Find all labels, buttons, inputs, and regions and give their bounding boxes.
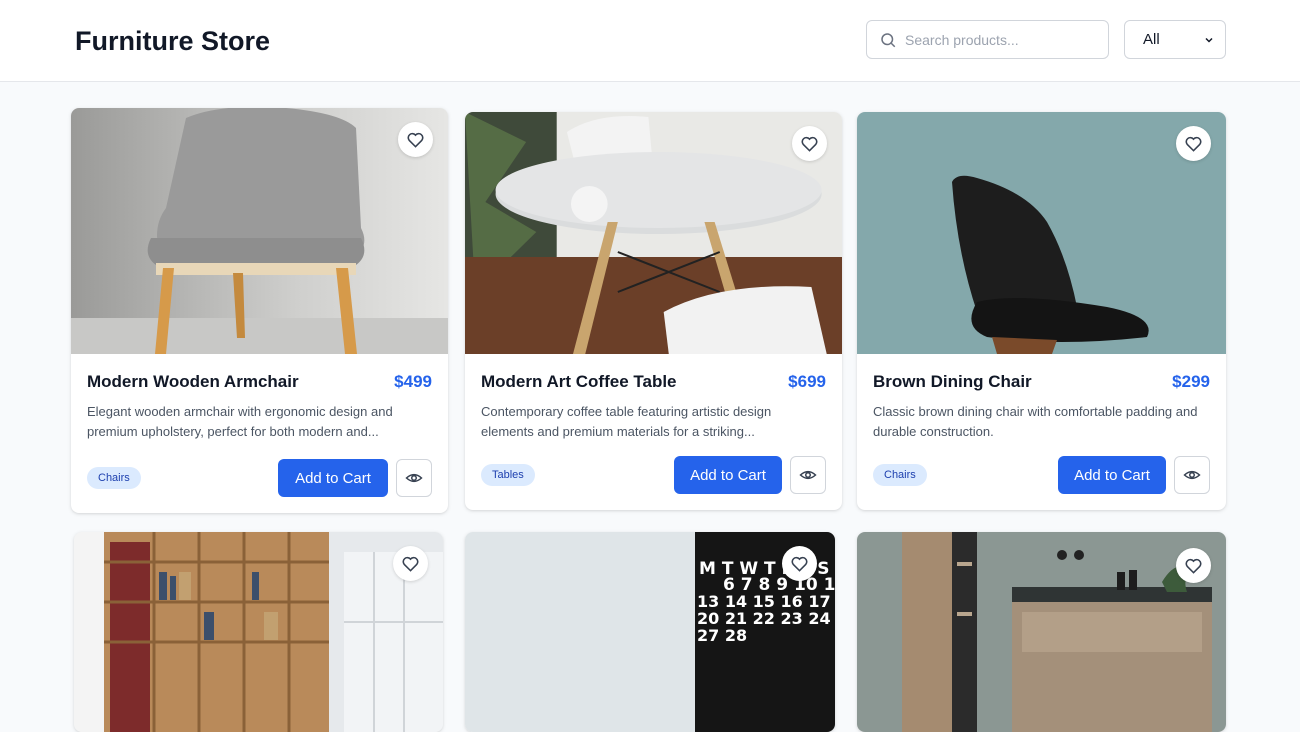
search-input[interactable] — [905, 31, 1095, 48]
product-card — [857, 532, 1226, 732]
product-price: $499 — [394, 372, 432, 391]
product-card — [74, 532, 443, 732]
favorite-button[interactable] — [398, 122, 433, 157]
favorite-button[interactable] — [782, 546, 817, 581]
heart-icon — [1185, 136, 1202, 152]
calendar-image: M T W T F S S 6 7 8 9 10 11 13 14 15 16 … — [465, 532, 835, 732]
product-description: Contemporary coffee table featuring arti… — [481, 404, 772, 439]
product-image-coffee-table[interactable] — [465, 112, 842, 354]
product-price: $699 — [788, 372, 826, 391]
chevron-down-icon — [1205, 37, 1213, 43]
bookshelf-image — [74, 532, 443, 732]
add-to-cart-button[interactable]: Add to Cart — [1058, 456, 1166, 494]
heart-icon — [402, 556, 419, 572]
product-image-calendar-desk[interactable]: M T W T F S S 6 7 8 9 10 11 13 14 15 16 … — [465, 532, 835, 732]
product-description: Classic brown dining chair with comforta… — [873, 404, 1198, 439]
heart-icon — [1185, 558, 1202, 574]
product-name: Modern Art Coffee Table — [481, 372, 677, 391]
category-badge: Chairs — [87, 467, 141, 489]
search-icon — [881, 32, 896, 47]
product-price: $299 — [1172, 372, 1210, 391]
product-name: Brown Dining Chair — [873, 372, 1032, 391]
add-to-cart-button[interactable]: Add to Cart — [278, 459, 388, 497]
favorite-button[interactable] — [1176, 548, 1211, 583]
quick-view-button[interactable] — [790, 456, 826, 494]
calendar-row-4: 27 28 — [697, 626, 747, 645]
store-title: Furniture Store — [75, 26, 271, 56]
product-image-vanity[interactable] — [857, 532, 1226, 732]
category-filter-value: All — [1143, 31, 1160, 48]
vanity-image — [857, 532, 1226, 732]
favorite-button[interactable] — [393, 546, 428, 581]
eye-icon — [1183, 470, 1201, 480]
heart-icon — [407, 132, 424, 148]
category-badge: Tables — [481, 464, 535, 486]
heart-icon — [801, 136, 818, 152]
product-image-bookshelf[interactable] — [74, 532, 443, 732]
category-badge: Chairs — [873, 464, 927, 486]
product-image-armchair[interactable] — [71, 108, 448, 354]
heart-icon — [791, 556, 808, 572]
product-card: Modern Art Coffee Table $699 Contemporar… — [465, 112, 842, 510]
quick-view-button[interactable] — [396, 459, 432, 497]
eye-icon — [405, 473, 423, 483]
product-name: Modern Wooden Armchair — [87, 372, 299, 391]
coffee-table-image — [465, 112, 842, 354]
dining-chair-image — [857, 112, 1226, 354]
favorite-button[interactable] — [1176, 126, 1211, 161]
product-card: Modern Wooden Armchair $499 Elegant wood… — [71, 108, 448, 513]
product-description: Elegant wooden armchair with ergonomic d… — [87, 404, 393, 439]
favorite-button[interactable] — [792, 126, 827, 161]
product-image-dining-chair[interactable] — [857, 112, 1226, 354]
armchair-image — [71, 108, 448, 354]
add-to-cart-button[interactable]: Add to Cart — [674, 456, 782, 494]
category-filter-select[interactable]: All — [1124, 20, 1226, 59]
top-header: Furniture Store All — [0, 0, 1300, 82]
search-box[interactable] — [866, 20, 1109, 59]
eye-icon — [799, 470, 817, 480]
quick-view-button[interactable] — [1174, 456, 1210, 494]
product-card: M T W T F S S 6 7 8 9 10 11 13 14 15 16 … — [465, 532, 835, 732]
product-card: Brown Dining Chair $299 Classic brown di… — [857, 112, 1226, 510]
